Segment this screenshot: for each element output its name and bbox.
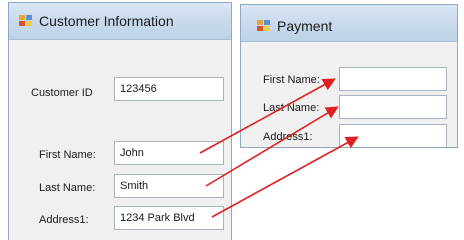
last-name-label: Last Name: bbox=[39, 182, 96, 194]
payment-address1-label: Address1: bbox=[263, 131, 313, 143]
customer-window-titlebar[interactable]: Customer Information bbox=[9, 3, 231, 40]
customer-window-content: Customer ID 123456 First Name: John Last… bbox=[9, 40, 231, 240]
payment-first-name-label: First Name: bbox=[263, 74, 320, 86]
app-icon bbox=[19, 15, 33, 27]
address1-label: Address1: bbox=[39, 214, 89, 226]
customer-id-field[interactable]: 123456 bbox=[114, 77, 224, 101]
customer-information-window: Customer Information Customer ID 123456 … bbox=[8, 2, 232, 240]
arrow-address1 bbox=[211, 136, 359, 218]
app-icon bbox=[257, 20, 271, 32]
payment-last-name-label: Last Name: bbox=[263, 102, 320, 114]
payment-window-content: First Name: Last Name: Address1: bbox=[241, 42, 457, 147]
customer-window-title: Customer Information bbox=[39, 13, 174, 29]
first-name-field[interactable]: John bbox=[114, 141, 224, 165]
payment-window-title: Payment bbox=[277, 18, 333, 34]
payment-last-name-field[interactable] bbox=[339, 95, 447, 119]
screenshot-stage: Customer Information Customer ID 123456 … bbox=[0, 0, 464, 240]
last-name-field[interactable]: Smith bbox=[114, 174, 224, 198]
payment-first-name-field[interactable] bbox=[339, 67, 447, 91]
customer-id-label: Customer ID bbox=[31, 87, 93, 99]
payment-window: Payment First Name: Last Name: Address1: bbox=[240, 4, 458, 148]
address1-field[interactable]: 1234 Park Blvd bbox=[114, 206, 224, 230]
payment-address1-field[interactable] bbox=[339, 124, 447, 147]
payment-window-titlebar[interactable]: Payment bbox=[241, 5, 457, 42]
first-name-label: First Name: bbox=[39, 149, 96, 161]
